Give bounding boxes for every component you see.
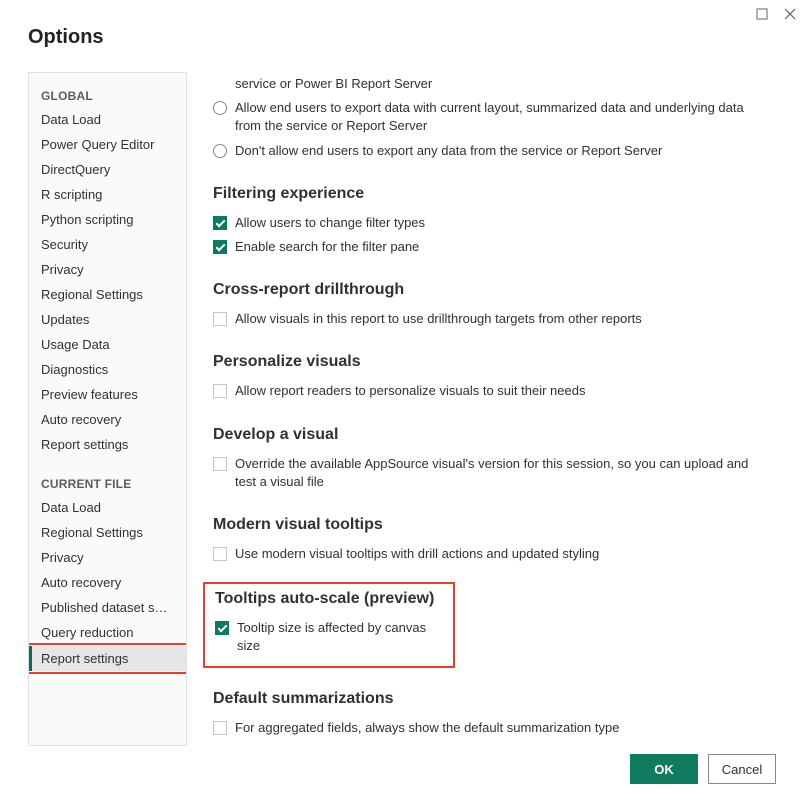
- sidebar-item-security[interactable]: Security: [29, 232, 186, 257]
- develop-label: Override the available AppSource visual'…: [235, 455, 752, 491]
- export-radio-dont-allow-label: Don't allow end users to export any data…: [235, 142, 752, 160]
- sidebar-item-directquery[interactable]: DirectQuery: [29, 157, 186, 182]
- section-crossreport-title: Cross-report drillthrough: [213, 281, 752, 299]
- sidebar-item-privacy[interactable]: Privacy: [29, 257, 186, 282]
- cancel-button[interactable]: Cancel: [708, 754, 776, 784]
- filtering-change-types-label: Allow users to change filter types: [235, 214, 752, 232]
- dialog-title: Options: [28, 26, 104, 49]
- modern-tooltips-checkbox[interactable]: [213, 547, 227, 561]
- default-sum-checkbox[interactable]: [213, 721, 227, 735]
- section-personalize-title: Personalize visuals: [213, 353, 752, 371]
- crossreport-label: Allow visuals in this report to use dril…: [235, 310, 752, 328]
- export-radio-allow-all-label: Allow end users to export data with curr…: [235, 99, 752, 135]
- sidebar-item-usage-data[interactable]: Usage Data: [29, 332, 186, 357]
- sidebar-item-cf-regional-settings[interactable]: Regional Settings: [29, 520, 186, 545]
- filtering-search-checkbox[interactable]: [213, 240, 227, 254]
- sidebar-header-global: GLOBAL: [29, 83, 186, 107]
- sidebar-item-updates[interactable]: Updates: [29, 307, 186, 332]
- sidebar-item-cf-query-reduction[interactable]: Query reduction: [29, 620, 186, 645]
- dialog-footer: OK Cancel: [630, 754, 776, 784]
- sidebar-item-preview-features[interactable]: Preview features: [29, 382, 186, 407]
- close-icon[interactable]: [784, 8, 796, 23]
- default-sum-label: For aggregated fields, always show the d…: [235, 719, 752, 737]
- section-develop-title: Develop a visual: [213, 426, 752, 444]
- ok-button[interactable]: OK: [630, 754, 698, 784]
- options-dialog: Options GLOBAL Data Load Power Query Edi…: [0, 0, 804, 800]
- section-default-sum-title: Default summarizations: [213, 690, 752, 708]
- export-radio-allow-all[interactable]: [213, 101, 227, 115]
- sidebar-item-cf-privacy[interactable]: Privacy: [29, 545, 186, 570]
- tooltip-autoscale-label: Tooltip size is affected by canvas size: [237, 619, 443, 655]
- section-tooltip-autoscale: Tooltips auto-scale (preview) Tooltip si…: [203, 582, 455, 668]
- personalize-label: Allow report readers to personalize visu…: [235, 382, 752, 400]
- develop-checkbox[interactable]: [213, 457, 227, 471]
- sidebar-header-current-file: CURRENT FILE: [29, 471, 186, 495]
- sidebar-item-cf-published-dataset[interactable]: Published dataset settings: [29, 595, 186, 620]
- modern-tooltips-label: Use modern visual tooltips with drill ac…: [235, 545, 752, 563]
- sidebar-item-data-load[interactable]: Data Load: [29, 107, 186, 132]
- tooltip-autoscale-checkbox[interactable]: [215, 621, 229, 635]
- section-tooltip-autoscale-title: Tooltips auto-scale (preview): [215, 590, 443, 608]
- sidebar-item-report-settings-global[interactable]: Report settings: [29, 432, 186, 457]
- maximize-icon[interactable]: [756, 8, 768, 23]
- sidebar-item-python-scripting[interactable]: Python scripting: [29, 207, 186, 232]
- options-sidebar: GLOBAL Data Load Power Query Editor Dire…: [28, 72, 187, 746]
- filtering-change-types-checkbox[interactable]: [213, 216, 227, 230]
- personalize-checkbox[interactable]: [213, 384, 227, 398]
- sidebar-item-power-query-editor[interactable]: Power Query Editor: [29, 132, 186, 157]
- options-content[interactable]: service or Power BI Report Server Allow …: [187, 72, 776, 746]
- sidebar-item-cf-data-load[interactable]: Data Load: [29, 495, 186, 520]
- filtering-search-label: Enable search for the filter pane: [235, 238, 752, 256]
- sidebar-item-cf-auto-recovery[interactable]: Auto recovery: [29, 570, 186, 595]
- export-radio-dont-allow[interactable]: [213, 144, 227, 158]
- crossreport-checkbox[interactable]: [213, 312, 227, 326]
- sidebar-item-regional-settings[interactable]: Regional Settings: [29, 282, 186, 307]
- sidebar-item-auto-recovery[interactable]: Auto recovery: [29, 407, 186, 432]
- sidebar-item-r-scripting[interactable]: R scripting: [29, 182, 186, 207]
- section-filtering-title: Filtering experience: [213, 185, 752, 203]
- sidebar-item-cf-report-settings[interactable]: Report settings: [29, 646, 186, 671]
- export-option-trailing-text: service or Power BI Report Server: [235, 75, 752, 93]
- sidebar-item-diagnostics[interactable]: Diagnostics: [29, 357, 186, 382]
- section-modern-tooltips-title: Modern visual tooltips: [213, 516, 752, 534]
